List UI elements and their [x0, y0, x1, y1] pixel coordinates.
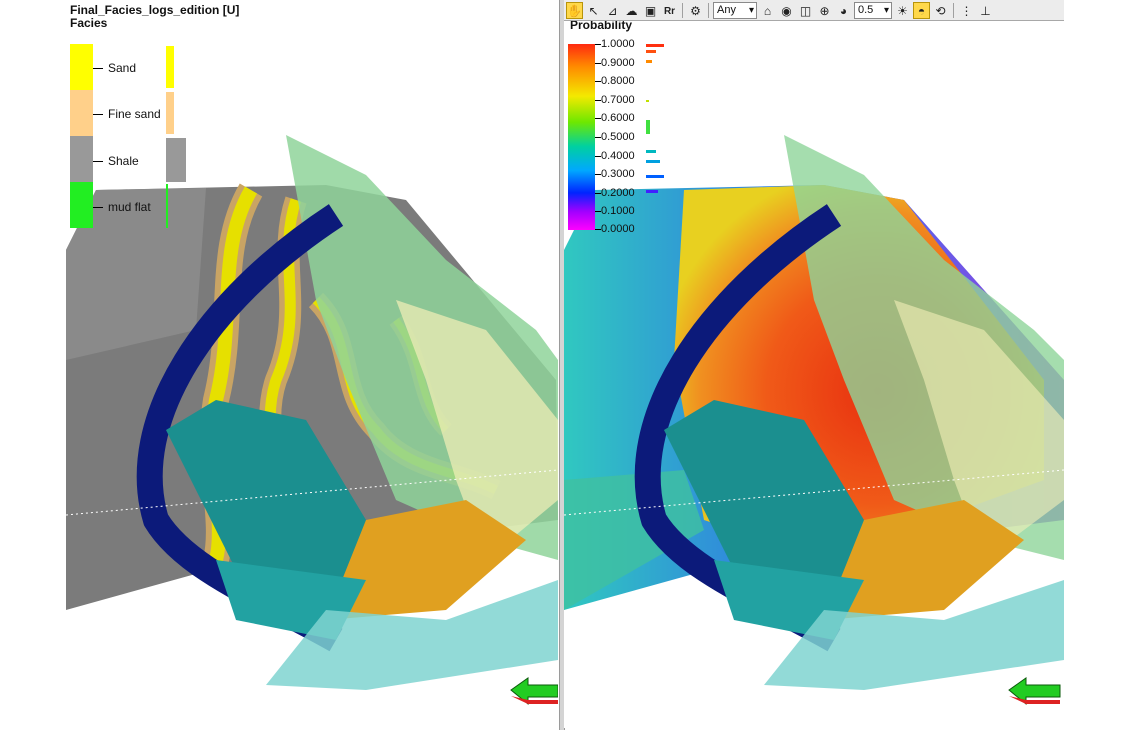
- select-mode-icon[interactable]: ✋: [566, 1, 583, 19]
- view-icon[interactable]: ⚙: [687, 2, 704, 19]
- toolbar-separator: [682, 2, 683, 18]
- colorbar-label: 0.2000: [601, 186, 635, 199]
- colorbar-label: 0.0000: [601, 223, 635, 235]
- frame-icon[interactable]: ◫: [797, 2, 814, 19]
- right-3d-viewport[interactable]: Probability 1.0000 0.9000 0.8000 0.7000 …: [564, 0, 1064, 728]
- colorbar-label: 0.3000: [601, 168, 635, 181]
- legend-tick: [93, 114, 103, 115]
- filter-dropdown[interactable]: Any: [713, 1, 757, 19]
- link-icon[interactable]: ▣: [642, 2, 659, 19]
- colorbar-label: 0.8000: [601, 75, 635, 88]
- text-icon[interactable]: Rr: [661, 2, 678, 19]
- probability-colorbar: [568, 44, 595, 230]
- legend-label-mud-flat: mud flat: [108, 200, 151, 214]
- toolbar-separator: [708, 2, 709, 18]
- sand-proportion-bar: [166, 46, 174, 88]
- fine-sand-swatch: [70, 90, 93, 136]
- legend-label-shale: Shale: [108, 154, 139, 168]
- colorbar-label: 0.4000: [601, 149, 635, 162]
- shale-proportion-bar: [166, 138, 186, 182]
- eye-icon[interactable]: ◉: [778, 2, 795, 19]
- colorbar-label: 0.7000: [601, 93, 635, 106]
- colorbar-label: 0.6000: [601, 112, 635, 125]
- facies-legend: Sand Fine sand Shale mud flat: [70, 44, 190, 230]
- viewer-toolbar: ✋ ↖ ⊿ ☁ ▣ Rr ⚙ Any ⌂ ◉ ◫ ⊕ ◕ 0.5 ☀ ◓ ⟲ ⋮…: [564, 0, 1064, 21]
- pan-icon[interactable]: ☁: [623, 2, 640, 19]
- mud-flat-swatch: [70, 182, 93, 228]
- shale-swatch: [70, 136, 93, 182]
- left-3d-viewport[interactable]: Final_Facies_logs_edition [U] Facies San…: [66, 0, 558, 728]
- measure-icon[interactable]: ⊿: [604, 2, 621, 19]
- colorbar-label: 0.5000: [601, 131, 635, 143]
- opacity-dropdown[interactable]: 0.5: [854, 1, 892, 19]
- sand-swatch: [70, 44, 93, 90]
- pushpin-icon[interactable]: ⊥: [977, 2, 994, 19]
- mud-flat-proportion-bar: [166, 184, 168, 228]
- rotate-icon[interactable]: ⟲: [932, 2, 949, 19]
- home-icon[interactable]: ⌂: [759, 2, 776, 19]
- light-icon[interactable]: ☀: [894, 2, 911, 19]
- legend-tick: [93, 207, 103, 208]
- navigation-arrow-icon[interactable]: [510, 677, 558, 706]
- colorbar-label: 0.1000: [601, 205, 635, 218]
- fine-sand-proportion-bar: [166, 92, 174, 134]
- colorbar-label: 0.9000: [601, 56, 635, 69]
- pin-icon[interactable]: ⋮: [958, 2, 975, 19]
- navigation-arrow-icon[interactable]: [1008, 677, 1061, 706]
- pointer-icon[interactable]: ↖: [585, 2, 602, 19]
- model-title-block: Final_Facies_logs_edition [U] Facies: [70, 4, 239, 30]
- toolbar-separator: [953, 2, 954, 18]
- legend-label-fine-sand: Fine sand: [108, 107, 161, 121]
- probability-legend: 1.0000 0.9000 0.8000 0.7000 0.6000 0.500…: [568, 38, 668, 235]
- model-subtitle: Facies: [70, 16, 108, 30]
- legend-tick: [93, 161, 103, 162]
- legend-tick: [93, 68, 103, 69]
- palette-icon[interactable]: ◕: [835, 2, 852, 19]
- colorbar-label: 1.0000: [601, 38, 635, 50]
- overlay-icon[interactable]: ◓: [913, 1, 930, 19]
- target-icon[interactable]: ⊕: [816, 2, 833, 19]
- legend-label-sand: Sand: [108, 61, 137, 75]
